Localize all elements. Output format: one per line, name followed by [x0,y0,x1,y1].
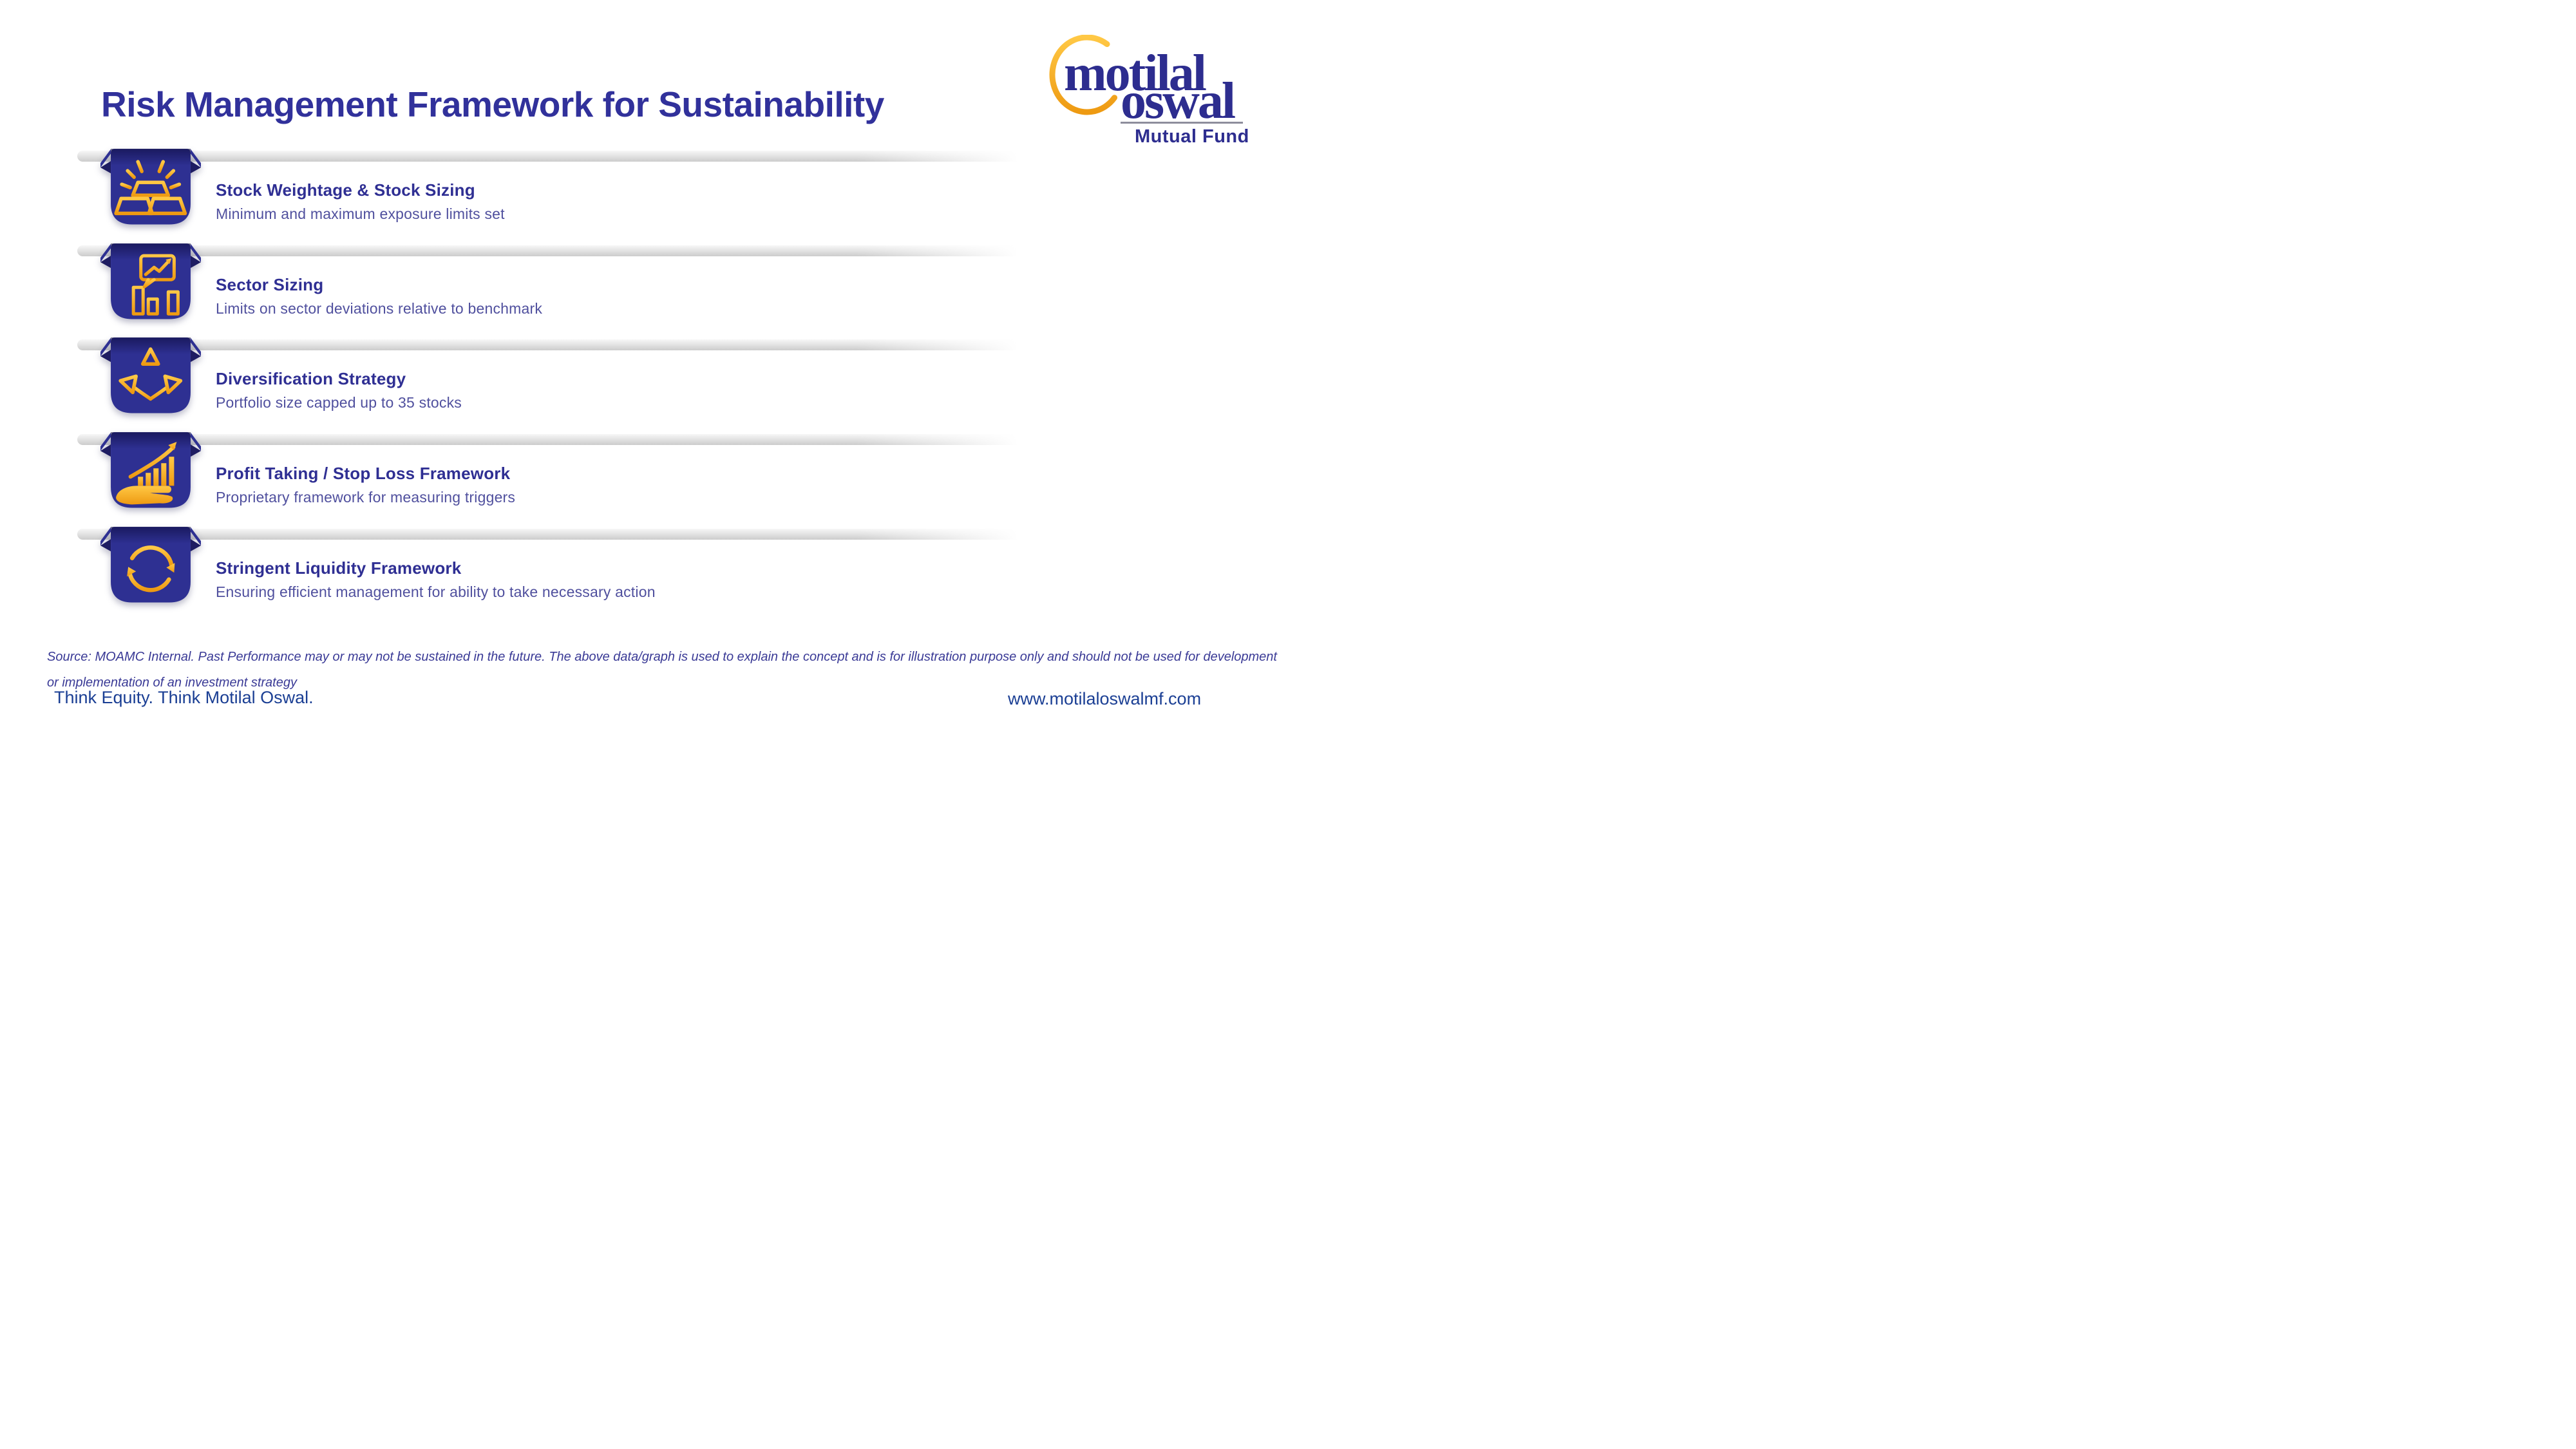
divider-line [77,529,1027,540]
row-title: Stock Weightage & Stock Sizing [216,180,475,200]
divider-line [77,151,1027,162]
slide: Risk Management Framework for Sustainabi… [0,0,1288,724]
ribbon-tile [100,145,202,227]
row-title: Stringent Liquidity Framework [216,558,461,578]
brand-tagline: Think Equity. Think Motilal Oswal. [54,688,314,708]
logo-tagline: Mutual Fund [1135,126,1249,147]
page-title: Risk Management Framework for Sustainabi… [101,84,884,125]
ribbon-tile [100,240,202,322]
row-subtitle: Portfolio size capped up to 35 stocks [216,394,462,412]
logo-divider [1121,122,1243,124]
row-title: Diversification Strategy [216,369,406,389]
row-subtitle: Limits on sector deviations relative to … [216,300,542,317]
divider-line [77,339,1027,350]
row-title: Sector Sizing [216,275,323,295]
ribbon-tile [100,523,202,605]
row-title: Profit Taking / Stop Loss Framework [216,464,510,484]
website-url: www.motilaloswalmf.com [1008,689,1201,709]
disclaimer-line-1: Source: MOAMC Internal. Past Performance… [47,644,1277,670]
row-subtitle: Ensuring efficient management for abilit… [216,583,656,601]
ribbon-tile [100,334,202,416]
ribbon-tile [100,428,202,511]
divider-line [77,245,1027,256]
divider-line [77,434,1027,445]
logo-word-oswal: oswal [1121,75,1234,127]
row-subtitle: Proprietary framework for measuring trig… [216,489,515,506]
row-subtitle: Minimum and maximum exposure limits set [216,205,505,223]
